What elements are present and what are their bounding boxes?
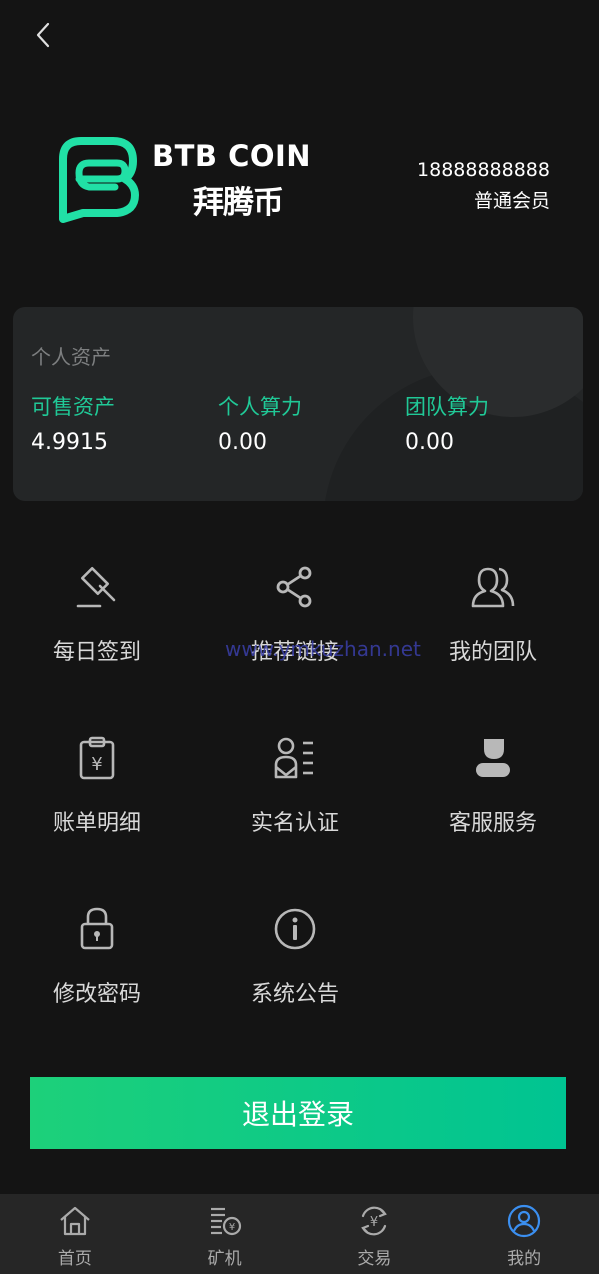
svg-text:¥: ¥ [91,754,102,775]
user-phone: 18888888888 [417,159,550,181]
tab-label: 矿机 [207,1249,242,1269]
menu-label: 账单明细 [52,811,141,836]
menu-daily-checkin[interactable]: 每日签到 [17,562,177,692]
lock-icon [80,907,114,950]
menu-my-team[interactable]: 我的团队 [413,562,573,692]
menu-label: 每日签到 [52,640,141,665]
asset-personal-power: 个人算力 0.00 [218,393,302,457]
asset-card: 个人资产 可售资产 4.9915 个人算力 0.00 团队算力 0.00 [13,307,583,501]
tab-label: 交易 [357,1249,392,1269]
asset-label: 可售资产 [31,395,115,419]
asset-label: 团队算力 [405,395,489,419]
menu-label: 实名认证 [250,811,339,836]
tab-label: 首页 [57,1249,92,1269]
menu-label: 客服服务 [448,811,537,836]
bottom-tab-bar: 首页 ¥ 矿机 ¥ 交易 我的 [0,1194,599,1274]
customer-service-icon [476,739,510,777]
info-icon [274,908,316,950]
back-button[interactable] [26,18,60,52]
menu-label: 系统公告 [250,982,339,1007]
asset-team-power: 团队算力 0.00 [405,393,489,457]
brand-logo: BTB COIN 拜腾币 [55,133,311,229]
speech-bubble-logo-icon [59,137,139,223]
asset-value: 0.00 [405,430,454,455]
menu-change-password[interactable]: 修改密码 [17,904,177,1034]
menu-customer-service[interactable]: 客服服务 [413,733,573,863]
tab-exchange[interactable]: ¥ 交易 [300,1194,450,1274]
gavel-icon [76,566,116,608]
asset-title: 个人资产 [31,345,111,369]
svg-text:¥: ¥ [370,1215,378,1230]
home-icon [60,1206,90,1236]
tab-home[interactable]: 首页 [0,1194,150,1274]
menu-referral-link[interactable]: 推荐链接 [215,562,375,692]
menu-label: 修改密码 [52,982,141,1007]
team-icon [471,567,515,608]
tab-label: 我的 [507,1249,542,1269]
share-icon [276,566,312,608]
asset-sellable: 可售资产 4.9915 [31,393,115,457]
menu-bill-details[interactable]: ¥ 账单明细 [17,733,177,863]
mining-machine-icon: ¥ [210,1207,241,1236]
asset-value: 0.00 [218,430,267,455]
tab-mining-machine[interactable]: ¥ 矿机 [150,1194,300,1274]
brand-name-cn: 拜腾币 [193,185,284,221]
exchange-icon: ¥ [361,1206,388,1236]
profile-icon [508,1204,541,1238]
brand-name-en: BTB COIN [152,139,312,173]
asset-label: 个人算力 [218,395,302,419]
asset-value: 4.9915 [31,430,108,455]
id-card-icon [274,737,313,779]
menu-real-name-auth[interactable]: 实名认证 [215,733,375,863]
user-level: 普通会员 [473,190,550,212]
menu-system-announcement[interactable]: 系统公告 [215,904,375,1034]
svg-text:¥: ¥ [228,1222,234,1233]
user-info: 18888888888 普通会员 [417,158,550,213]
bill-clipboard-icon: ¥ [79,736,115,780]
tab-profile[interactable]: 我的 [449,1194,599,1274]
menu-label: 我的团队 [448,640,537,665]
logout-button[interactable]: 退出登录 [30,1077,566,1149]
chevron-left-icon [36,22,50,48]
watermark: www.ymkuzhan.net [225,637,421,661]
